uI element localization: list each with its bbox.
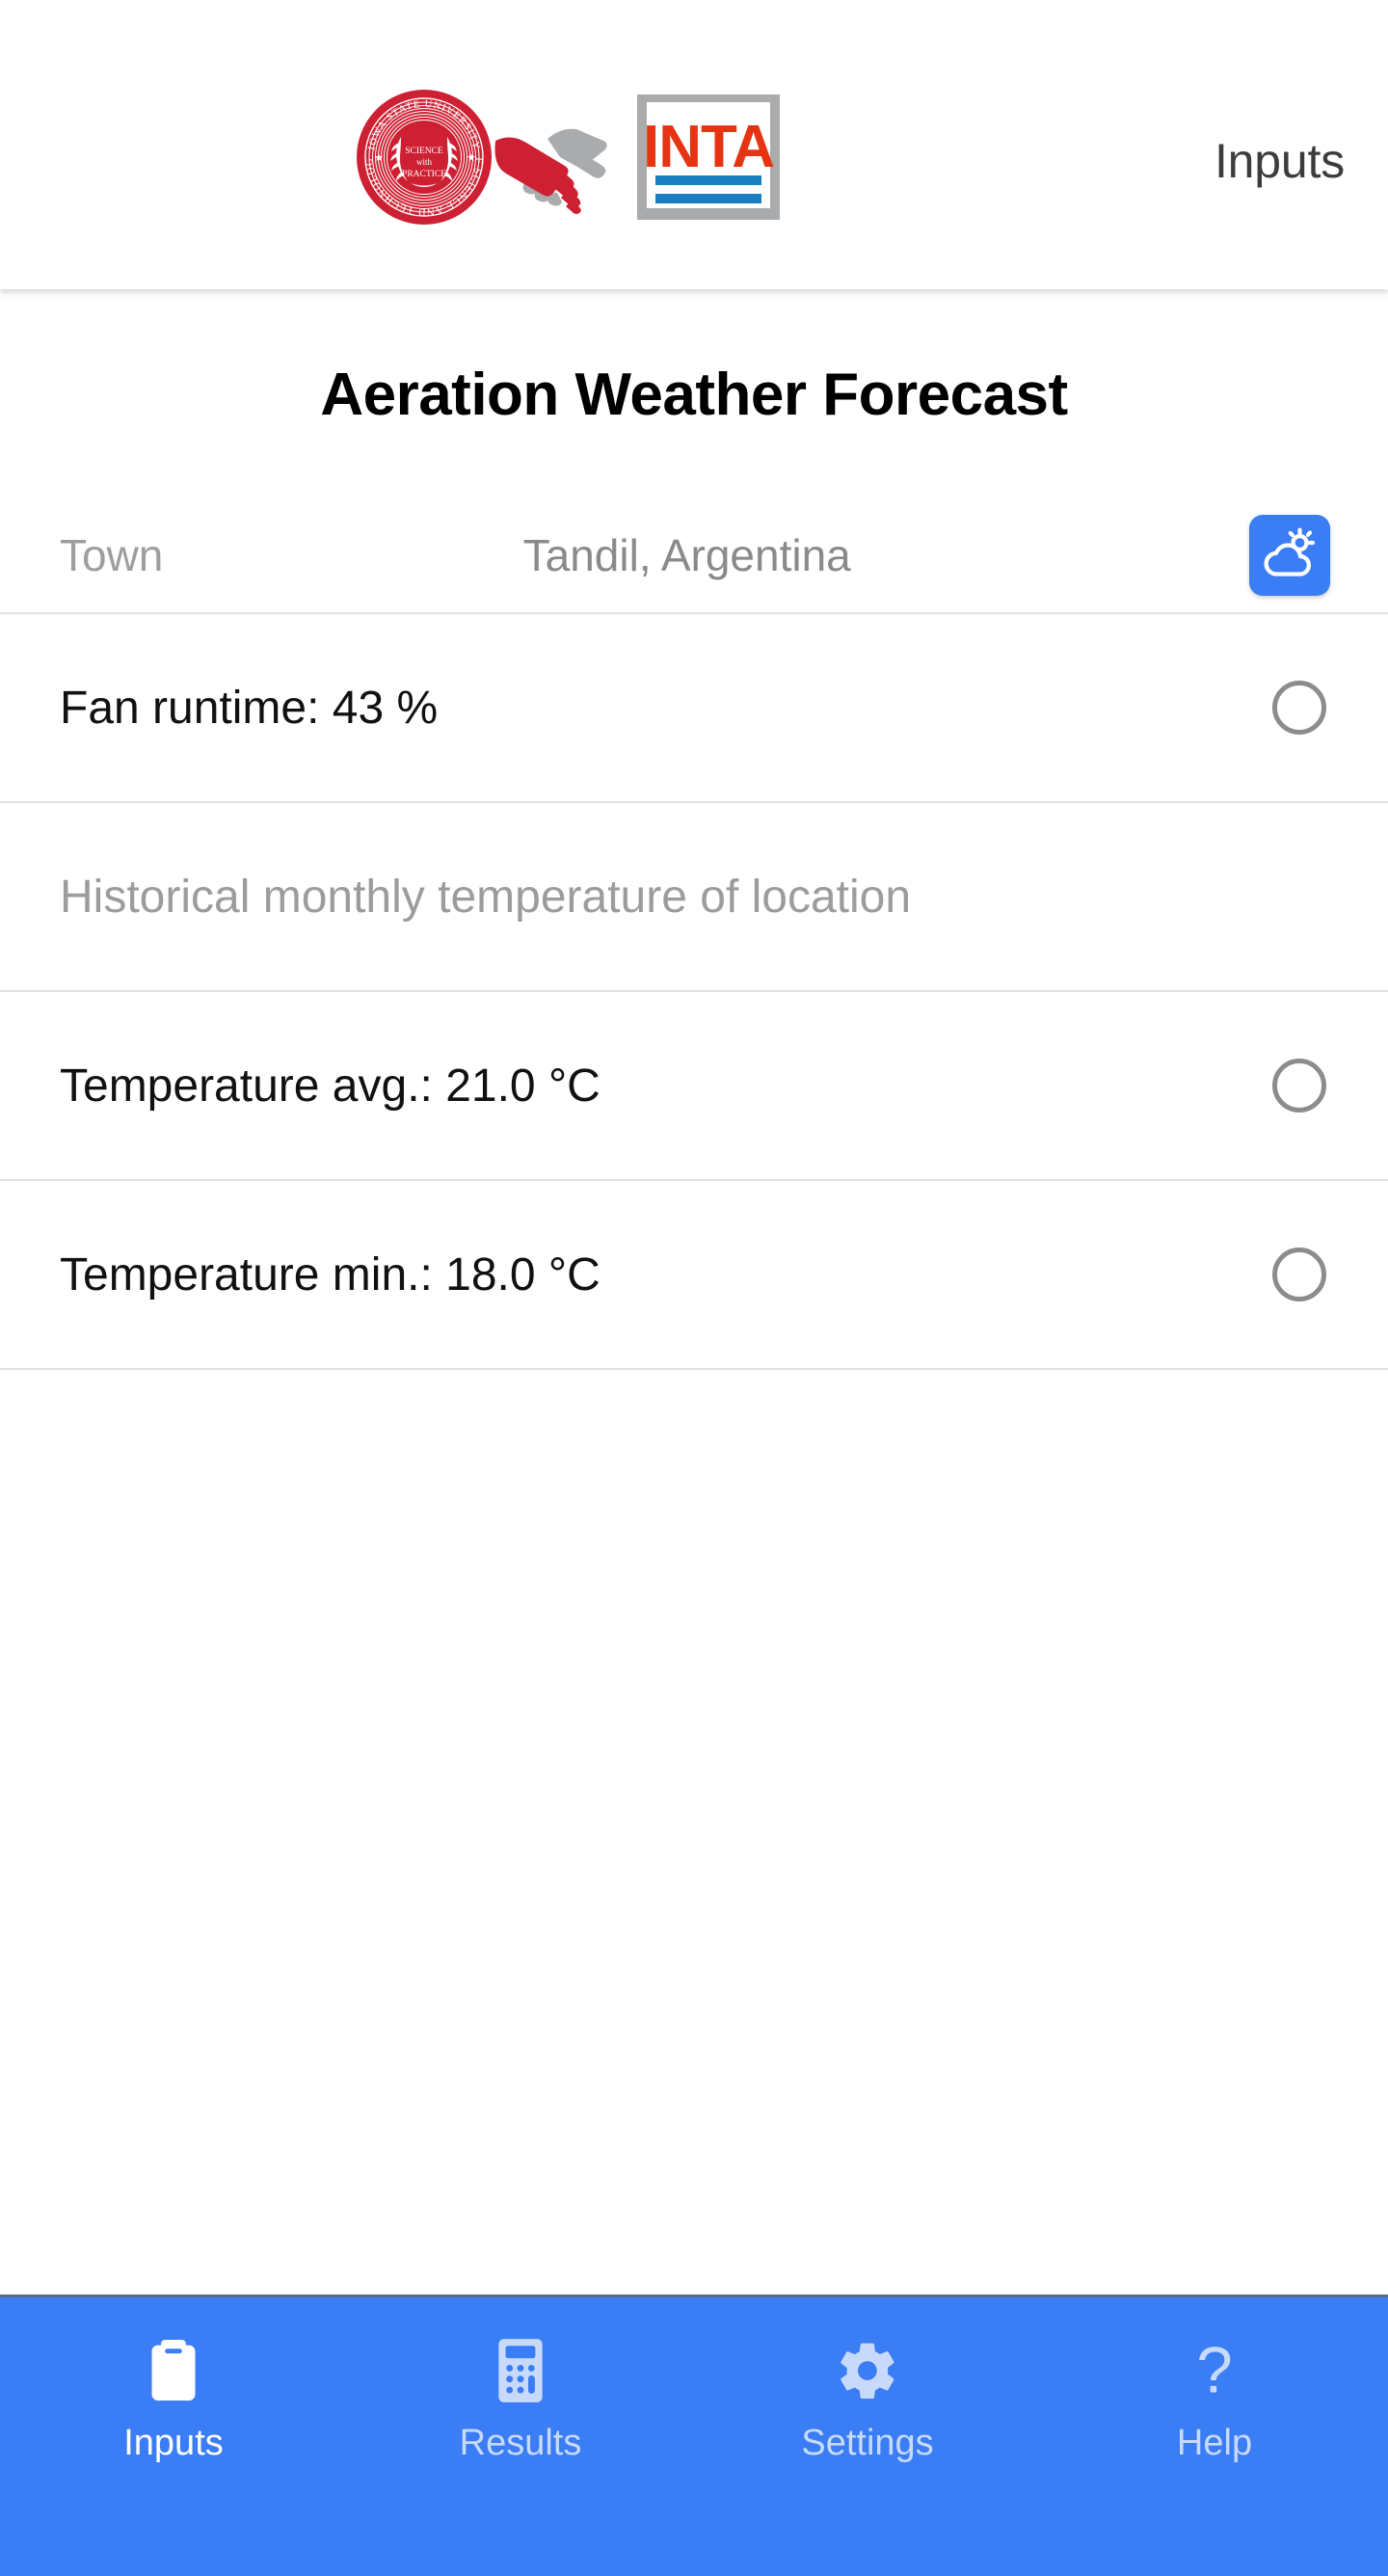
weather-forecast-button[interactable]	[1249, 515, 1330, 596]
temperature-min-row[interactable]: Temperature min.: 18.0 °C	[0, 1179, 1388, 1368]
nav-item-inputs[interactable]: Inputs	[0, 2297, 347, 2464]
nav-label-inputs: Inputs	[123, 2423, 224, 2463]
empty-list-area	[0, 1368, 1388, 2294]
svg-text:?: ?	[1196, 2336, 1233, 2405]
nav-label-results: Results	[459, 2423, 582, 2463]
calculator-icon	[493, 2334, 548, 2407]
temperature-min-radio-icon[interactable]	[1272, 1248, 1326, 1301]
town-label: Town	[60, 530, 164, 580]
nav-label-help: Help	[1176, 2423, 1253, 2463]
nav-item-help[interactable]: ? Help	[1041, 2297, 1388, 2464]
town-value[interactable]: Tandil, Argentina	[163, 529, 1249, 581]
svg-text:with: with	[416, 157, 433, 167]
historical-monthly-temperature-label: Historical monthly temperature of locati…	[60, 871, 912, 923]
app-root: IOWA STATE UNIVERSITY OF SCIENCE AND TEC…	[0, 0, 1388, 2576]
nav-label-settings: Settings	[801, 2423, 934, 2463]
svg-text:★: ★	[467, 152, 476, 164]
page-title: Aeration Weather Forecast	[320, 362, 1068, 428]
svg-text:PRACTICE: PRACTICE	[402, 170, 446, 179]
fan-runtime-label: Fan runtime: 43 %	[60, 682, 439, 734]
temperature-avg-label: Temperature avg.: 21.0 °C	[60, 1060, 601, 1112]
nav-item-results[interactable]: Results	[347, 2297, 694, 2464]
iowa-state-seal: IOWA STATE UNIVERSITY OF SCIENCE AND TEC…	[351, 67, 492, 225]
svg-text:INTA: INTA	[643, 114, 774, 180]
fan-runtime-row[interactable]: Fan runtime: 43 %	[0, 612, 1388, 801]
gear-icon	[835, 2334, 900, 2407]
app-bar-title: Inputs	[1214, 134, 1345, 188]
nav-item-settings[interactable]: Settings	[694, 2297, 1041, 2464]
temperature-avg-radio-icon[interactable]	[1272, 1059, 1326, 1113]
svg-text:★: ★	[374, 152, 384, 164]
inta-logo: INTA	[637, 94, 780, 220]
fan-runtime-radio-icon[interactable]	[1272, 681, 1326, 735]
handshake-icon	[494, 128, 607, 214]
app-bar: IOWA STATE UNIVERSITY OF SCIENCE AND TEC…	[0, 0, 1388, 289]
svg-text:SCIENCE: SCIENCE	[405, 147, 443, 156]
temperature-avg-row[interactable]: Temperature avg.: 21.0 °C	[0, 990, 1388, 1179]
historical-monthly-temperature-row: Historical monthly temperature of locati…	[0, 801, 1388, 990]
question-mark-icon: ?	[1190, 2334, 1239, 2407]
temperature-min-label: Temperature min.: 18.0 °C	[60, 1248, 601, 1301]
content-area: Aeration Weather Forecast Town Tandil, A…	[0, 289, 1388, 2294]
bottom-navigation-bar: Inputs Results Settings ? Help	[0, 2294, 1388, 2576]
town-row[interactable]: Town Tandil, Argentina	[0, 498, 1388, 612]
clipboard-icon	[144, 2334, 203, 2407]
isu-inta-partnership-logo: IOWA STATE UNIVERSITY OF SCIENCE AND TEC…	[351, 67, 788, 239]
partly-cloudy-icon	[1261, 524, 1319, 587]
